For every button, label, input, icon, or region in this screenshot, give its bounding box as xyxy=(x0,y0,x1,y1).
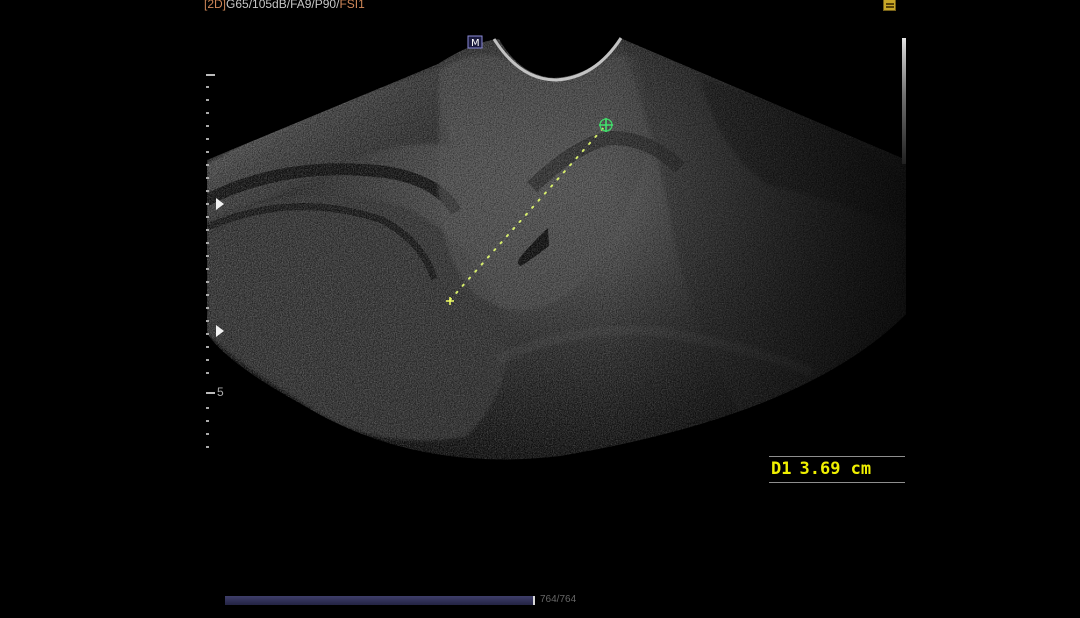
ultrasound-screen: [2D] G65/105dB/FA9/P90/ FSI1 M 5 D1 3.69… xyxy=(0,0,1080,618)
cine-progress-fill xyxy=(225,596,535,605)
depth-scale: 5 xyxy=(206,74,232,450)
measurement-readout: D1 3.69 cm xyxy=(769,456,905,483)
measurement-name: D1 xyxy=(771,459,792,479)
depth-label: 5 xyxy=(217,385,224,399)
focus-marker-right-triangle-icon xyxy=(216,198,224,210)
ultrasound-sector: M xyxy=(207,35,906,460)
grayscale-bar xyxy=(902,38,906,164)
cine-progress-track[interactable] xyxy=(225,596,535,605)
focus-marker-right-triangle-icon xyxy=(216,325,224,337)
cine-frame-label: 764/764 xyxy=(540,594,577,605)
probe-orientation-marker-label: M xyxy=(471,38,480,49)
cine-progress-handle[interactable] xyxy=(533,596,535,605)
ultrasound-image-area: M 5 D1 3.69 cm 764/764 xyxy=(0,0,1080,618)
cine-progress-bar[interactable] xyxy=(225,596,541,606)
measurement-value: 3.69 cm xyxy=(799,459,872,479)
